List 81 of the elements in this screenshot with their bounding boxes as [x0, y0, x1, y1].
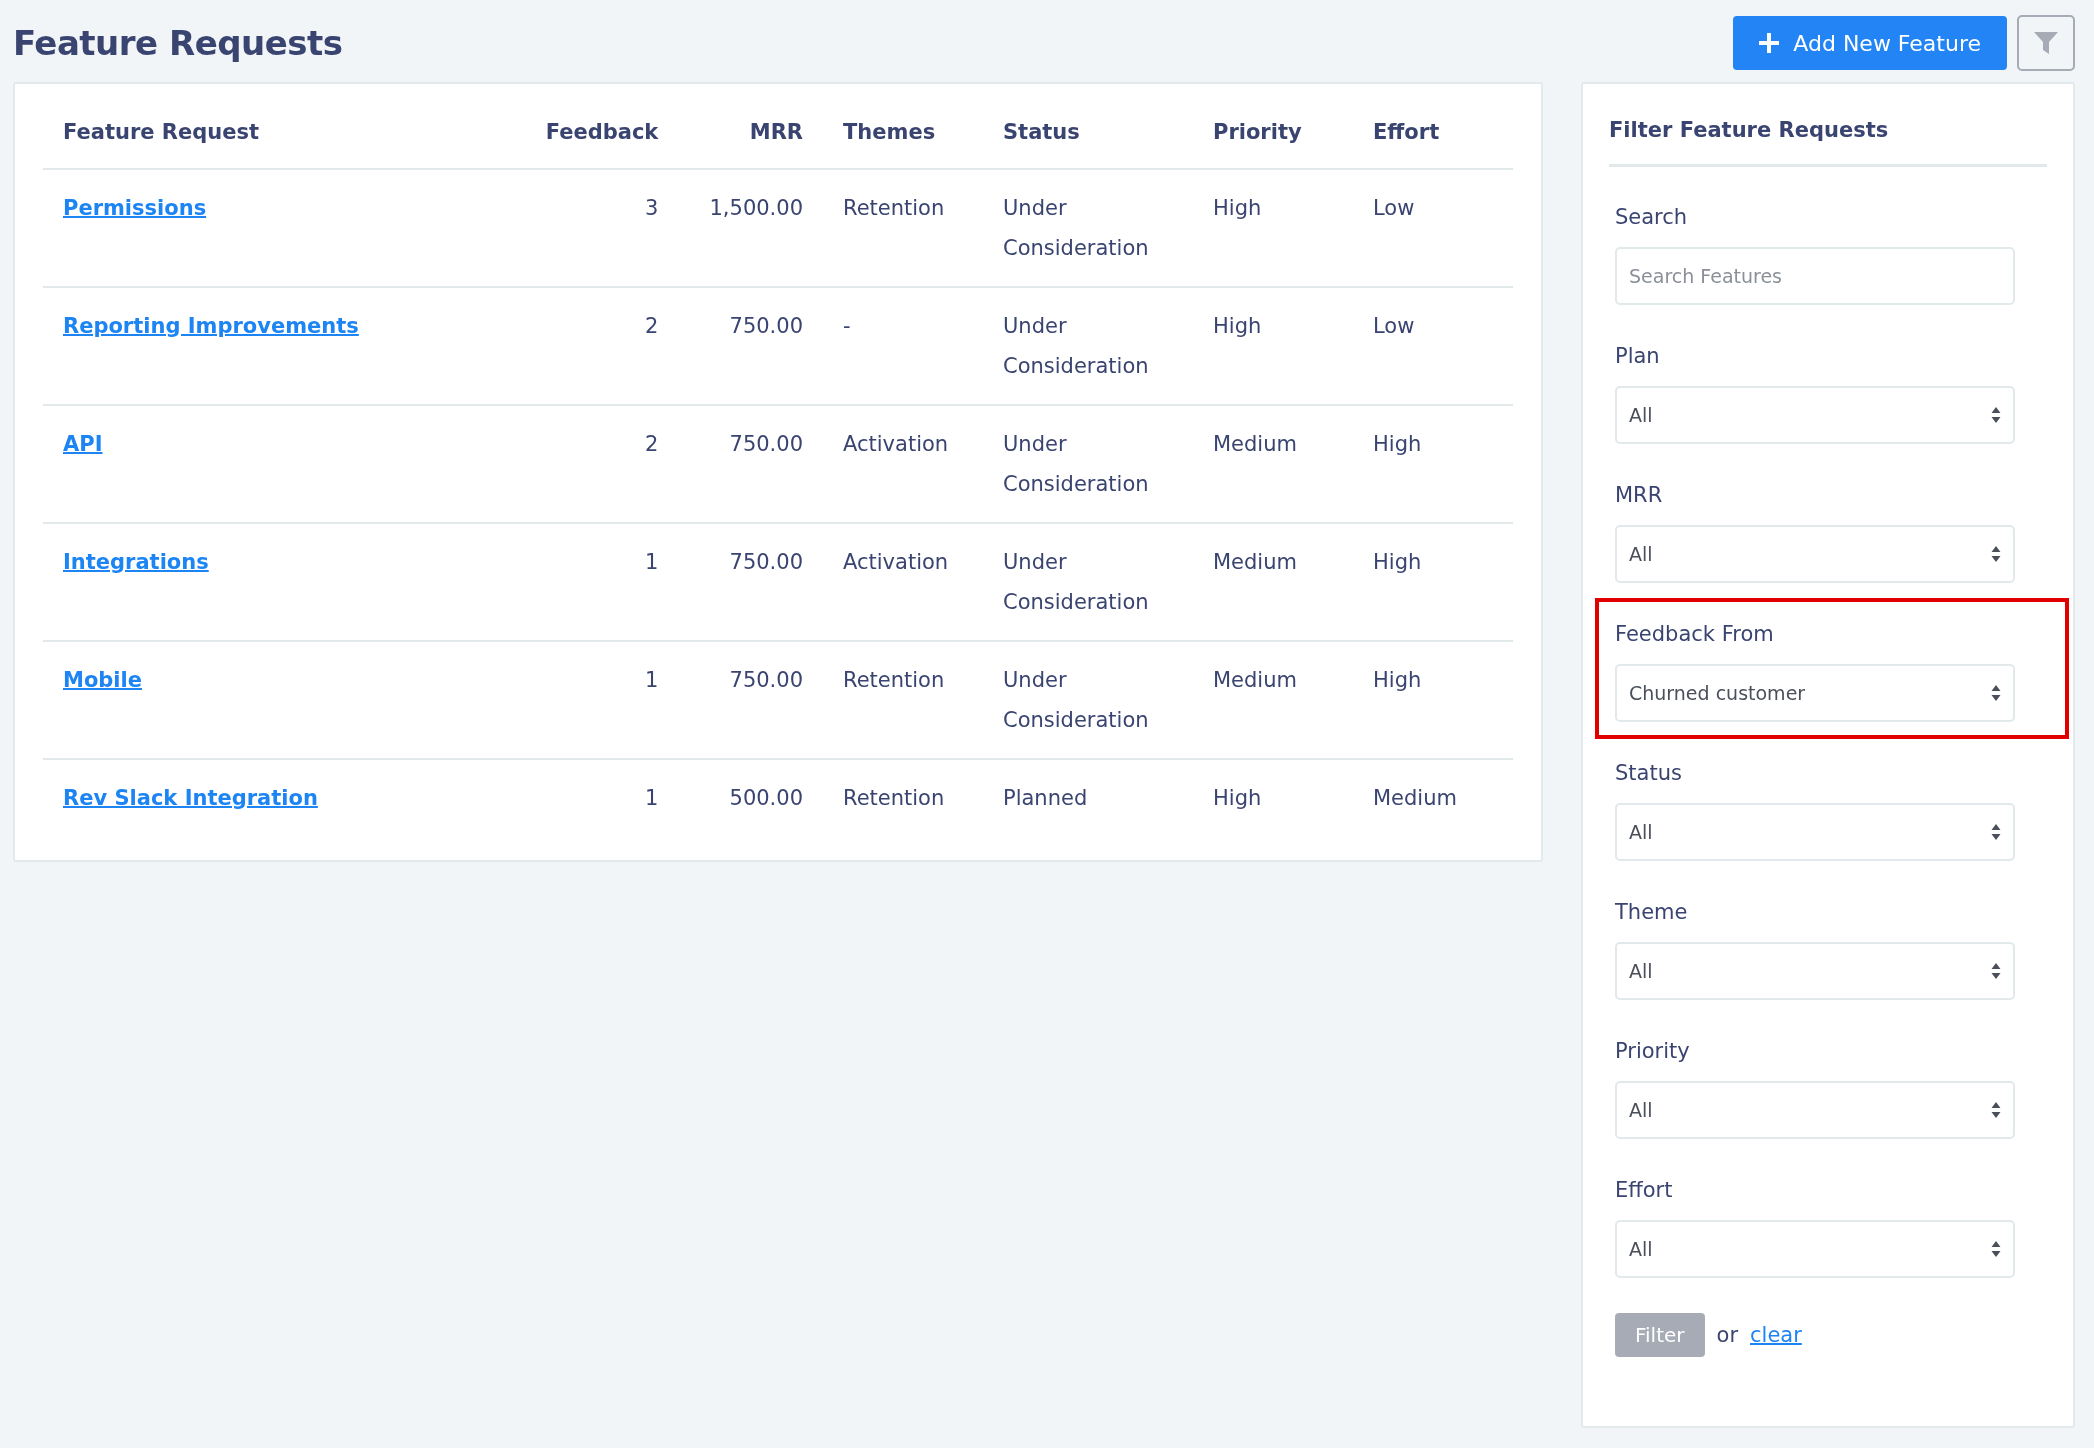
feature-link[interactable]: API — [63, 432, 103, 456]
table-cell: 1 — [513, 641, 679, 759]
field-label: Feedback From — [1615, 621, 1775, 648]
or-text: or — [1716, 1323, 1738, 1347]
table-cell: Under Consideration — [983, 405, 1193, 523]
feature-link[interactable]: Reporting Improvements — [63, 314, 359, 338]
table-cell: Medium — [1193, 405, 1353, 523]
select-dropdown[interactable]: All — [1615, 1081, 2015, 1139]
search-field[interactable]: Search Features — [1615, 247, 2015, 305]
column-header: Feature Request — [43, 98, 513, 169]
table-cell: 750.00 — [678, 641, 823, 759]
table-cell: High — [1193, 287, 1353, 405]
column-header: Effort — [1353, 98, 1513, 169]
feature-link[interactable]: Rev Slack Integration — [63, 786, 318, 810]
table-cell: Under Consideration — [983, 523, 1193, 641]
feature-link[interactable]: Permissions — [63, 196, 207, 220]
table-cell: High — [1353, 641, 1513, 759]
field-label: Effort — [1615, 1177, 1674, 1204]
filter-panel-title: Filter Feature Requests — [1609, 84, 2047, 167]
sort-arrows-icon — [1991, 1101, 2001, 1119]
table-cell: 500.00 — [678, 759, 823, 836]
column-header: MRR — [678, 98, 823, 169]
table-cell: Retention — [823, 641, 983, 759]
select-dropdown[interactable]: All — [1615, 1220, 2015, 1278]
table-cell: Activation — [823, 523, 983, 641]
select-dropdown[interactable]: All — [1615, 942, 2015, 1000]
table-cell: 3 — [513, 169, 679, 287]
column-header: Themes — [823, 98, 983, 169]
feature-link[interactable]: Integrations — [63, 550, 209, 574]
table-cell: 2 — [513, 405, 679, 523]
add-feature-button[interactable]: Add New Feature — [1733, 16, 2007, 70]
table-cell: High — [1353, 405, 1513, 523]
column-header: Priority — [1193, 98, 1353, 169]
feature-link[interactable]: Mobile — [63, 668, 142, 692]
table-cell: Medium — [1353, 759, 1513, 836]
table-cell: 750.00 — [678, 287, 823, 405]
page-title: Feature Requests — [13, 23, 344, 63]
table-cell: Under Consideration — [983, 169, 1193, 287]
table-cell: Retention — [823, 759, 983, 836]
select-dropdown[interactable]: All — [1615, 386, 2015, 444]
table-cell: 1 — [513, 759, 679, 836]
field-label: Priority — [1615, 1038, 1691, 1065]
table-cell: 750.00 — [678, 523, 823, 641]
table-cell: Low — [1353, 169, 1513, 287]
sort-arrows-icon — [1991, 684, 2001, 702]
field-label: Theme — [1615, 899, 1689, 926]
sort-arrows-icon — [1991, 962, 2001, 980]
field-label: MRR — [1615, 482, 1664, 509]
column-header: Status — [983, 98, 1193, 169]
table-cell: High — [1193, 759, 1353, 836]
field-label: Search — [1615, 204, 1689, 231]
clear-link[interactable]: clear — [1750, 1323, 1802, 1347]
table-cell: Retention — [823, 169, 983, 287]
filter-button[interactable]: Filter — [1615, 1313, 1705, 1357]
sort-arrows-icon — [1991, 545, 2001, 563]
table-cell: 1,500.00 — [678, 169, 823, 287]
select-dropdown[interactable]: Churned customer — [1615, 664, 2015, 722]
select-dropdown[interactable]: All — [1615, 803, 2015, 861]
field-label: Plan — [1615, 343, 1661, 370]
table-cell: Under Consideration — [983, 641, 1193, 759]
table-cell: Medium — [1193, 523, 1353, 641]
funnel-icon — [2033, 30, 2059, 56]
filter-toggle-button[interactable] — [2017, 15, 2075, 71]
table-cell: Activation — [823, 405, 983, 523]
table-cell: 1 — [513, 523, 679, 641]
select-dropdown[interactable]: All — [1615, 525, 2015, 583]
table-cell: High — [1353, 523, 1513, 641]
table-cell: Medium — [1193, 641, 1353, 759]
table-cell: Low — [1353, 287, 1513, 405]
column-header: Feedback — [513, 98, 679, 169]
table-cell: Under Consideration — [983, 287, 1193, 405]
field-label: Status — [1615, 760, 1683, 787]
table-cell: - — [823, 287, 983, 405]
sort-arrows-icon — [1991, 1240, 2001, 1258]
sort-arrows-icon — [1991, 406, 2001, 424]
plus-icon — [1759, 33, 1780, 53]
table-cell: High — [1193, 169, 1353, 287]
table-cell: 2 — [513, 287, 679, 405]
sort-arrows-icon — [1991, 823, 2001, 841]
table-cell: Planned — [983, 759, 1193, 836]
table-cell: 750.00 — [678, 405, 823, 523]
